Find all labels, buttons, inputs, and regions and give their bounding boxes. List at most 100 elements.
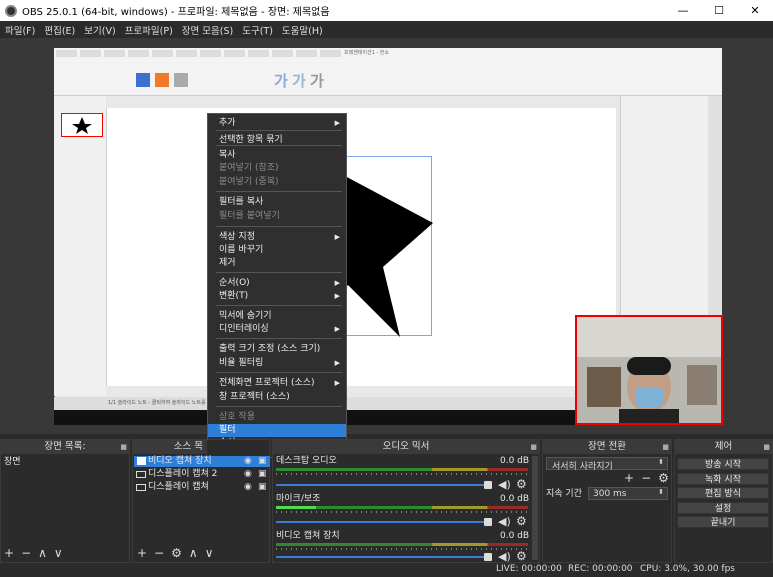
context-menu-item[interactable]: 변환(T) ▶: [208, 290, 346, 303]
context-menu-item-label: 믹서에 숨기기: [219, 311, 272, 321]
context-menu-item[interactable]: 순서(O) ▶: [208, 277, 346, 290]
volume-slider-handle[interactable]: [484, 518, 492, 526]
context-menu-item-label: 붙여넣기 (중복): [219, 177, 279, 187]
source-properties-gear-icon[interactable]: ⚙: [171, 546, 182, 560]
volume-slider[interactable]: [276, 484, 488, 486]
context-menu-item[interactable]: 전체화면 프로젝터 (소스) ▶: [208, 377, 346, 390]
context-menu-item[interactable]: 복사: [208, 149, 346, 162]
color-swatch-orange: [155, 73, 169, 87]
volume-meter: [276, 468, 528, 471]
context-menu-item[interactable]: 디인터레이싱 ▶: [208, 323, 346, 336]
source-item[interactable]: 디스플레이 캡쳐: [148, 482, 209, 493]
menu-separator: [216, 272, 342, 273]
menu-edit[interactable]: 편집(E): [44, 23, 75, 37]
gear-icon[interactable]: ⚙: [516, 549, 527, 563]
context-menu-item[interactable]: 창 프로젝터 (소스): [208, 391, 346, 404]
lock-icon[interactable]: ▣: [258, 456, 267, 466]
move-source-up-button[interactable]: ∧: [189, 546, 198, 560]
speaker-icon[interactable]: ◀): [498, 478, 511, 491]
source-item[interactable]: 디스플레이 캡쳐 2: [148, 469, 217, 480]
text-style-3: 가: [310, 72, 324, 90]
volume-slider[interactable]: [276, 521, 488, 523]
menu-profile[interactable]: 프로파일(P): [125, 23, 173, 37]
duration-value: 300 ms: [593, 489, 627, 499]
context-menu-item[interactable]: 추가 ▶: [208, 117, 346, 130]
speaker-icon[interactable]: ◀): [498, 550, 511, 563]
context-menu-item[interactable]: 비율 필터링 ▶: [208, 357, 346, 370]
menu-file[interactable]: 파일(F): [5, 23, 35, 37]
transitions-toolbar: + − ⚙: [624, 471, 669, 485]
context-menu-item[interactable]: 제거: [208, 257, 346, 270]
context-menu-item[interactable]: 선택한 항목 묶기: [208, 134, 346, 147]
cpu-fps: CPU: 3.0%, 30.00 fps: [640, 564, 735, 574]
eye-icon[interactable]: ◉: [244, 469, 252, 479]
camera-icon: [137, 457, 146, 465]
volume-slider-handle[interactable]: [484, 481, 492, 489]
add-transition-button[interactable]: +: [624, 471, 634, 485]
menu-tools[interactable]: 도구(T): [242, 23, 273, 37]
menu-view[interactable]: 보기(V): [84, 23, 115, 37]
lock-icon[interactable]: ▣: [258, 469, 267, 479]
context-menu-item[interactable]: 필터를 복사: [208, 196, 346, 209]
context-menu-item-label: 상호 작용: [219, 412, 255, 422]
context-menu-item-label: 전체화면 프로젝터 (소스): [219, 378, 315, 388]
audio-mixer-title: 오디오 믹서: [382, 441, 430, 452]
ribbon-tabs: [56, 50, 341, 59]
context-menu-item[interactable]: 믹서에 숨기기: [208, 310, 346, 323]
move-source-down-button[interactable]: ∨: [205, 546, 214, 560]
controls-header: 제어 ■: [674, 440, 773, 454]
lock-icon[interactable]: ▣: [258, 482, 267, 492]
context-menu-item[interactable]: 출력 크기 조정 (소스 크기): [208, 343, 346, 356]
context-menu-item-label: 추가: [219, 118, 236, 128]
webcam-source[interactable]: [575, 315, 723, 425]
add-source-button[interactable]: +: [137, 546, 147, 560]
studio-mode-button[interactable]: 편집 방식: [677, 487, 769, 499]
status-bar: LIVE: 00:00:00 REC: 00:00:00 CPU: 3.0%, …: [0, 563, 773, 577]
minimize-icon[interactable]: —: [665, 0, 701, 21]
mixer-channel-db: 0.0 dB: [500, 456, 530, 466]
move-scene-down-button[interactable]: ∨: [54, 546, 63, 560]
speaker-icon[interactable]: ◀): [498, 515, 511, 528]
sources-title: 소스 목: [173, 441, 203, 452]
menu-help[interactable]: 도움말(H): [282, 23, 323, 37]
gear-icon[interactable]: ⚙: [516, 514, 527, 528]
eye-icon[interactable]: ◉: [244, 482, 252, 492]
context-menu-item[interactable]: 이름 바꾸기: [208, 244, 346, 257]
volume-slider[interactable]: [276, 556, 488, 558]
scenes-title: 장면 목록:: [44, 441, 86, 452]
context-menu-item-label: 필터를 복사: [219, 197, 264, 207]
gear-icon[interactable]: ⚙: [516, 477, 527, 491]
slide-thumbnail: [61, 113, 103, 137]
submenu-arrow-icon: ▶: [334, 292, 340, 300]
volume-slider-handle[interactable]: [484, 553, 492, 561]
submenu-arrow-icon: ▶: [334, 325, 340, 333]
sources-toolbar: + − ⚙ ∧ ∨: [137, 546, 213, 560]
embedded-title: 프레젠테이션1 - 한쇼: [344, 50, 389, 56]
submenu-arrow-icon: ▶: [334, 379, 340, 387]
menu-scene-collection[interactable]: 장면 모음(S): [182, 23, 233, 37]
close-icon[interactable]: ✕: [737, 0, 773, 21]
color-swatch-gray: [174, 73, 188, 87]
move-scene-up-button[interactable]: ∧: [38, 546, 47, 560]
scene-item[interactable]: 장면: [4, 457, 21, 468]
chevron-down-icon: ⬍: [658, 458, 664, 466]
transition-gear-icon[interactable]: ⚙: [658, 471, 669, 485]
maximize-icon[interactable]: ☐: [701, 0, 737, 21]
remove-source-button[interactable]: −: [154, 546, 164, 560]
eye-icon[interactable]: ◉: [244, 456, 252, 466]
mixer-scrollbar[interactable]: [532, 456, 538, 560]
transition-select[interactable]: 서서히 사라지기 ⬍: [546, 457, 668, 472]
context-menu-item-label: 선택한 항목 묶기: [219, 135, 283, 145]
context-menu-item-label: 창 프로젝터 (소스): [219, 392, 290, 402]
context-menu-item[interactable]: 필터: [208, 424, 346, 437]
start-streaming-button[interactable]: 방송 시작: [677, 458, 769, 470]
context-menu-item[interactable]: 색상 지정 ▶: [208, 231, 346, 244]
add-scene-button[interactable]: +: [4, 546, 14, 560]
remove-scene-button[interactable]: −: [21, 546, 31, 560]
exit-button[interactable]: 끝내기: [677, 516, 769, 528]
remove-transition-button[interactable]: −: [641, 471, 651, 485]
settings-button[interactable]: 설정: [677, 502, 769, 514]
start-recording-button[interactable]: 녹화 시작: [677, 473, 769, 485]
duration-input[interactable]: 300 ms ⬍: [588, 487, 668, 500]
window-controls: — ☐ ✕: [665, 0, 773, 21]
